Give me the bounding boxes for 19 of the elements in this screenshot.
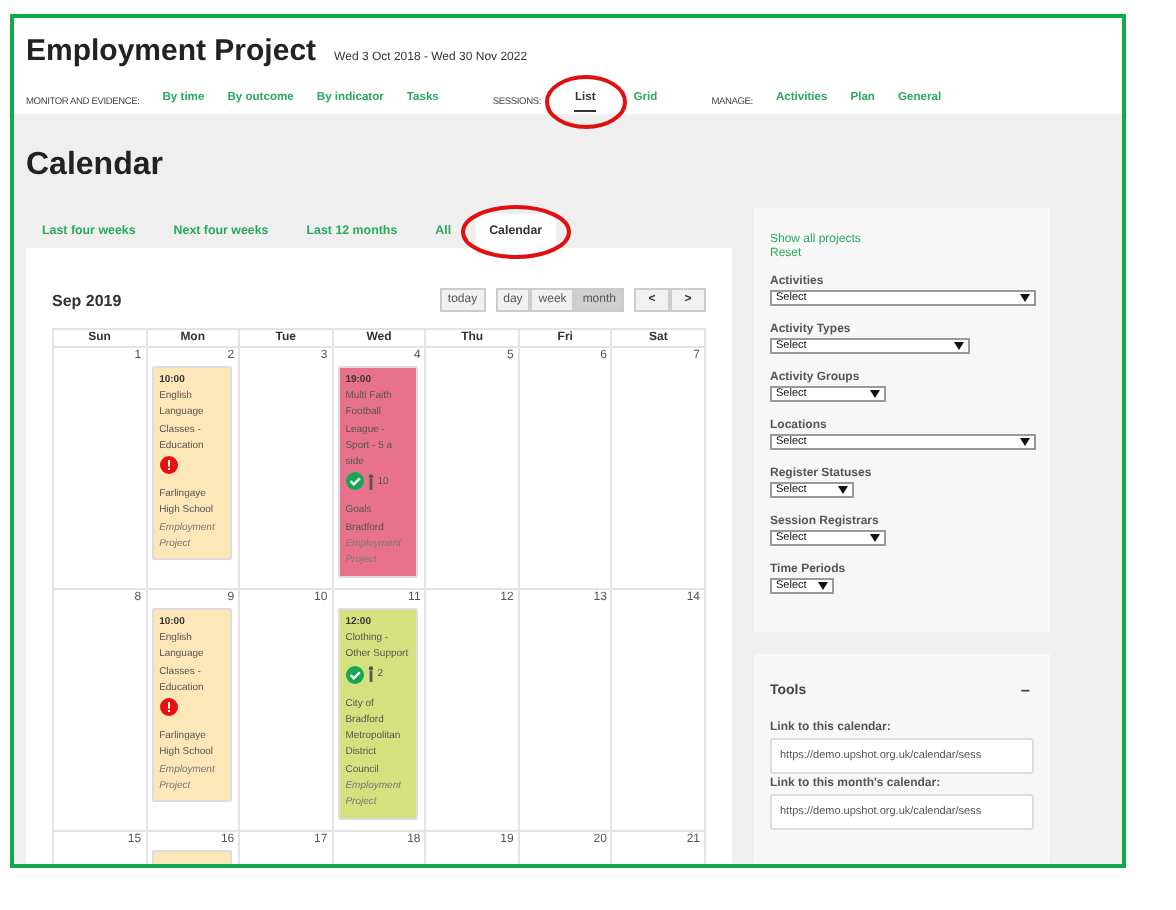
alert-icon	[159, 456, 178, 475]
highlight-ellipse	[543, 74, 628, 130]
dropdown-arrow-icon	[1020, 294, 1030, 302]
project-title: Employment Project	[26, 34, 317, 68]
dropdown-arrow-icon	[954, 342, 964, 350]
highlight-ellipse	[459, 203, 572, 259]
alert-icon	[159, 698, 178, 717]
dropdown-arrow-icon	[870, 534, 880, 542]
dropdown-arrow-icon	[1020, 438, 1030, 446]
page-title: Calendar	[26, 148, 165, 184]
dropdown-arrow-icon	[818, 582, 828, 590]
dropdown-arrow-icon	[870, 390, 880, 398]
person-icon	[367, 666, 374, 683]
check-icon	[345, 472, 364, 491]
dropdown-arrow-icon	[838, 486, 848, 494]
check-icon	[345, 665, 364, 684]
person-icon	[367, 473, 374, 490]
collapse-button[interactable]: −	[1016, 682, 1034, 700]
calendar-title: Sep 2019	[52, 291, 122, 309]
